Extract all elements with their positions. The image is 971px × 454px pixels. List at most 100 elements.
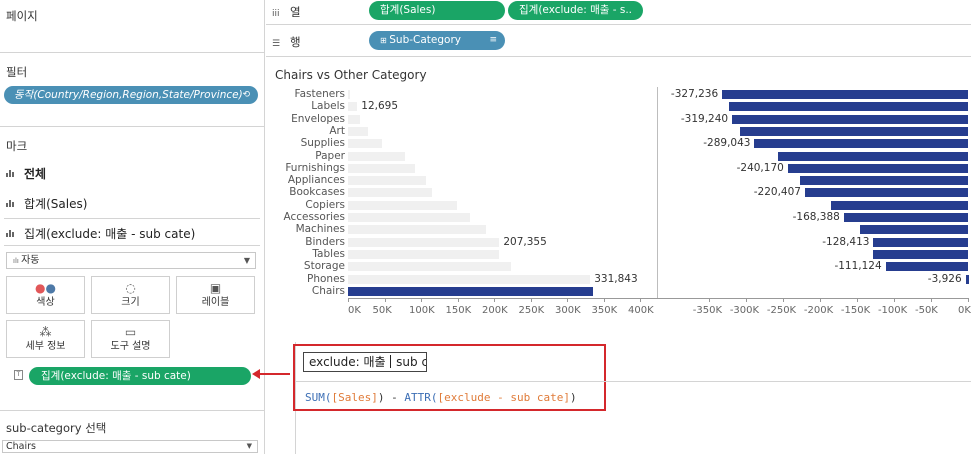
columns-shelf-label: iii 열 xyxy=(272,5,301,19)
category-label: Phones xyxy=(307,272,345,285)
data-label: 207,355 xyxy=(503,235,547,248)
detail-icon: ⁂ xyxy=(39,325,52,339)
x-tick-label: 350K xyxy=(591,305,618,316)
x-tick xyxy=(708,298,710,302)
bar-sales xyxy=(348,225,487,235)
bar-exclude xyxy=(885,262,968,272)
x-tick-label: 400K xyxy=(628,305,654,316)
x-tick xyxy=(348,298,349,302)
bar-sales xyxy=(348,249,500,259)
bar-sales xyxy=(348,139,383,149)
x-tick xyxy=(494,298,495,302)
calc-name-input[interactable]: exclude: 매출 sub c xyxy=(303,352,427,372)
x-tick xyxy=(856,298,858,302)
label-button[interactable]: ▣ 레이블 xyxy=(176,276,255,314)
category-label: Supplies xyxy=(300,137,345,150)
category-label: Labels xyxy=(311,100,345,113)
color-button[interactable]: ●● 색상 xyxy=(6,276,85,314)
bar-exclude xyxy=(754,139,968,149)
bar-exclude xyxy=(799,176,968,186)
bar-exclude xyxy=(729,102,968,112)
x-axis-line xyxy=(348,298,968,299)
x-tick xyxy=(782,298,784,302)
bar-sales xyxy=(348,237,500,247)
bar-sales xyxy=(348,163,415,173)
data-label: -111,124 xyxy=(834,260,882,273)
filter-pill-label: 동작(Country/Region,Region,State/Province) xyxy=(14,89,243,101)
category-label: Bookcases xyxy=(289,186,345,199)
x-tick-label: -250K xyxy=(766,305,797,316)
bar-sales xyxy=(348,262,512,272)
bar-sales xyxy=(348,188,432,198)
column-pill-exclude[interactable]: 집계(exclude: 매출 - s.. xyxy=(508,1,643,20)
bar-chart-icon xyxy=(6,169,16,177)
bar-exclude xyxy=(778,151,968,161)
x-tick xyxy=(603,298,605,302)
bar-sales xyxy=(348,274,591,284)
x-tick-label: 50K xyxy=(372,305,392,316)
bar-small-icon: ılı xyxy=(13,257,22,265)
category-label: Fasteners xyxy=(294,88,345,100)
x-tick xyxy=(530,298,532,302)
mark-type-select[interactable]: ılı 자동 ▼ xyxy=(6,252,256,269)
category-label: Accessories xyxy=(283,211,345,223)
divider xyxy=(4,245,260,246)
chart-title: Chairs vs Other Category xyxy=(275,68,427,82)
marks-sales-tab[interactable]: 합계(Sales) xyxy=(6,195,87,212)
bar-chart-icon xyxy=(6,199,16,207)
tooltip-button[interactable]: ▭ 도구 설명 xyxy=(91,320,170,358)
pages-title: 페이지 xyxy=(6,9,38,23)
label-icon: ▣ xyxy=(209,281,222,295)
rows-icon: ☰ xyxy=(272,39,281,49)
marks-all-tab[interactable]: 전체 xyxy=(6,165,46,182)
parameter-select[interactable]: Chairs ▼ xyxy=(2,440,258,453)
bar-exclude xyxy=(732,114,968,124)
category-label: Machines xyxy=(295,223,345,236)
divider xyxy=(0,126,265,127)
label-field-pill[interactable]: 집계(exclude: 매출 - sub cate) xyxy=(29,367,251,385)
dimension-plus-icon: ⊞ xyxy=(380,36,390,45)
category-label: Paper xyxy=(315,149,345,162)
bar-sales xyxy=(348,90,351,99)
x-tick-label: 200K xyxy=(482,305,508,316)
bar-sales xyxy=(348,151,406,161)
data-label: -168,388 xyxy=(792,211,840,223)
filter-pill[interactable]: 동작(Country/Region,Region,State/Province)… xyxy=(4,86,258,104)
x-tick xyxy=(421,298,422,302)
sort-descending-icon: ≡ xyxy=(489,35,497,45)
category-label: Tables xyxy=(312,247,345,260)
x-tick-label: 300K xyxy=(555,305,581,316)
calc-formula-editor[interactable]: SUM([Sales]) - ATTR([exclude - sub cate]… xyxy=(305,391,577,404)
color-dots-icon: ●● xyxy=(35,281,56,295)
category-label: Art xyxy=(329,124,345,137)
size-button[interactable]: ◌ 크기 xyxy=(91,276,170,314)
left-panel: 페이지 필터 동작(Country/Region,Region,State/Pr… xyxy=(0,0,265,454)
marks-exclude-tab[interactable]: 집계(exclude: 매출 - sub cate) xyxy=(6,225,195,242)
chevron-down-icon: ▼ xyxy=(246,442,252,450)
category-label: Appliances xyxy=(287,174,345,187)
bar-sales xyxy=(348,176,427,186)
x-tick-label: -200K xyxy=(803,305,834,316)
data-label: -289,043 xyxy=(703,137,751,150)
label-type-icon: T xyxy=(14,370,23,380)
x-tick-label: 250K xyxy=(518,305,545,316)
x-tick-label: -50K xyxy=(914,305,938,316)
pane-separator xyxy=(657,87,658,298)
x-tick xyxy=(567,298,568,302)
chevron-down-icon: ▼ xyxy=(243,256,250,265)
detail-button[interactable]: ⁂ 세부 정보 xyxy=(6,320,85,358)
annotation-arrow-line xyxy=(258,373,290,375)
bar-exclude xyxy=(722,90,968,99)
category-label: Furnishings xyxy=(285,161,345,174)
x-tick-label: 150K xyxy=(445,305,472,316)
category-label: Copiers xyxy=(305,198,345,211)
data-label: 12,695 xyxy=(361,100,399,113)
bar-exclude xyxy=(843,213,968,222)
column-pill-sales[interactable]: 합계(Sales) xyxy=(369,1,505,20)
data-label: -240,170 xyxy=(736,161,784,174)
data-label: -327,236 xyxy=(670,88,719,100)
divider xyxy=(266,56,971,57)
row-pill-subcategory[interactable]: ⊞ Sub-Category ≡ xyxy=(369,31,505,50)
bar-exclude xyxy=(873,249,968,259)
divider xyxy=(266,24,971,25)
